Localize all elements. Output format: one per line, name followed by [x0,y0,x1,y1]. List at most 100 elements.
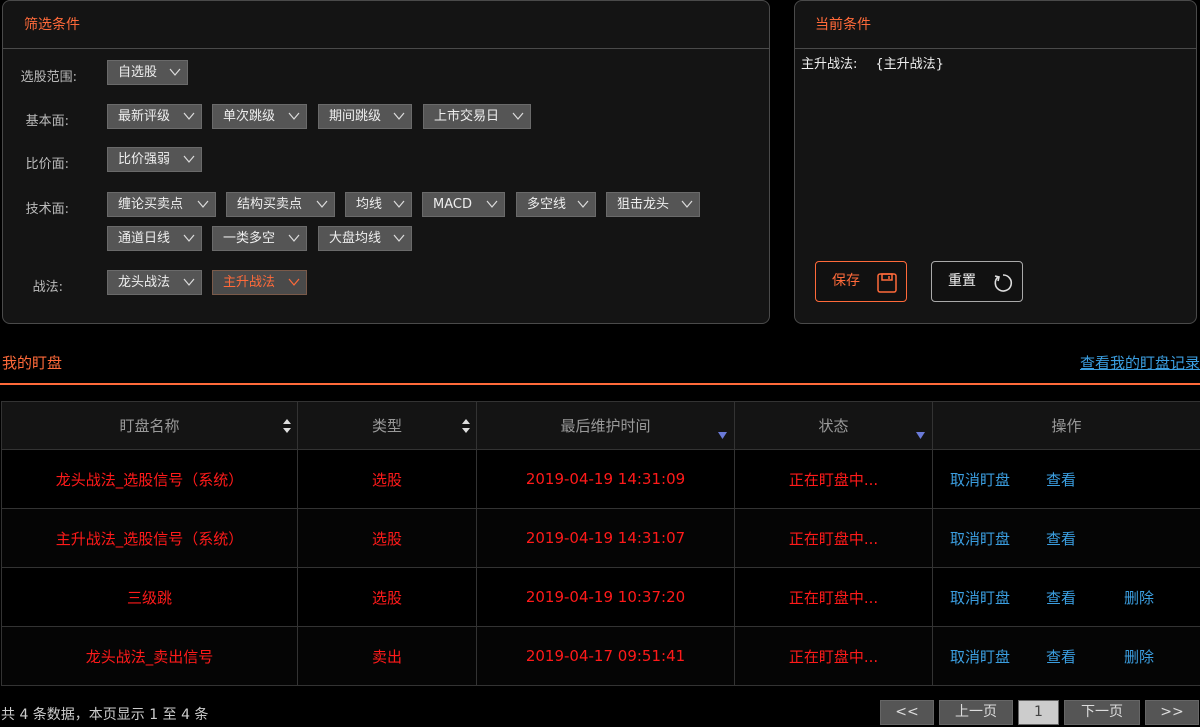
my-watch-title: 我的盯盘 [2,354,63,372]
cell-status: 正在盯盘中... [734,567,933,627]
chevron-down-icon [681,199,693,209]
sort-down-icon[interactable] [718,425,727,439]
filter-panel: 筛选条件 选股范围: 自选股 基本面: 最新评级 单次跳级 期间跳级 上市交易日… [2,0,770,324]
reset-button-label: 重置 [948,273,976,289]
row-label-tactics: 战法: [32,280,63,295]
chevron-down-icon [577,199,589,209]
dropdown-single-jump[interactable]: 单次跳级 [212,104,307,129]
last-page-button[interactable]: >> [1145,700,1199,725]
dropdown-main-rise-tactic[interactable]: 主升战法 [212,270,307,295]
header-status[interactable]: 状态 [734,401,933,450]
cell-name: 三级跳 [1,567,298,627]
sort-icon[interactable] [461,418,471,434]
cell-type: 选股 [297,508,477,568]
dropdown-moving-average[interactable]: 均线 [345,192,412,217]
dropdown-price-strength[interactable]: 比价强弱 [107,147,202,172]
dropdown-latest-rating[interactable]: 最新评级 [107,104,202,129]
save-icon [876,271,898,293]
condition-entry: 主升战法: {主升战法} [801,53,944,72]
sort-icon[interactable] [282,418,292,434]
cell-type: 选股 [297,567,477,627]
save-button[interactable]: 保存 [815,261,907,302]
delete-link[interactable]: 删除 [1124,646,1154,667]
dropdown-structure-points[interactable]: 结构买卖点 [226,192,335,217]
cell-name: 主升战法_选股信号（系统） [1,508,298,568]
cell-time: 2019-04-17 09:51:41 [476,626,735,686]
view-link[interactable]: 查看 [1046,469,1124,490]
pagination-summary: 共 4 条数据，本页显示 1 至 4 条 [1,707,209,723]
dropdown-leader-tactic[interactable]: 龙头战法 [107,270,202,295]
dropdown-period-jump[interactable]: 期间跳级 [318,104,412,129]
section-divider [0,383,1200,385]
cell-time: 2019-04-19 10:37:20 [476,567,735,627]
table-row: 三级跳 选股 2019-04-19 10:37:20 正在盯盘中... 取消盯盘… [1,567,1200,627]
reset-button[interactable]: 重置 [931,261,1023,302]
current-page-button[interactable]: 1 [1018,700,1059,725]
cell-status: 正在盯盘中... [734,626,933,686]
chevron-down-icon [316,199,328,209]
chevron-down-icon [288,111,300,121]
chevron-down-icon [393,199,405,209]
first-page-button[interactable]: << [880,700,934,725]
table-header-row: 盯盘名称 类型 最后维护时间 状态 操作 [1,401,1200,450]
dropdown-market-average[interactable]: 大盘均线 [318,226,412,251]
condition-value: {主升战法} [875,57,944,72]
chevron-down-icon [512,111,524,121]
dropdown-snipe-leader[interactable]: 狙击龙头 [606,192,700,217]
dropdown-bull-bear-line[interactable]: 多空线 [516,192,596,217]
cell-status: 正在盯盘中... [734,508,933,568]
table-row: 龙头战法_卖出信号 卖出 2019-04-17 09:51:41 正在盯盘中..… [1,626,1200,686]
delete-link[interactable]: 删除 [1124,587,1154,608]
prev-page-button[interactable]: 上一页 [939,700,1013,725]
chevron-down-icon [288,277,300,287]
table-row: 龙头战法_选股信号（系统） 选股 2019-04-19 14:31:09 正在盯… [1,449,1200,509]
cell-name: 龙头战法_选股信号（系统） [1,449,298,509]
cell-name: 龙头战法_卖出信号 [1,626,298,686]
dropdown-channel-daily[interactable]: 通道日线 [107,226,202,251]
cancel-watch-link[interactable]: 取消盯盘 [950,587,1046,608]
cell-actions: 取消盯盘 查看 [932,449,1200,509]
header-last-update[interactable]: 最后维护时间 [476,401,735,450]
chevron-down-icon [183,277,195,287]
condition-key: 主升战法: [801,57,858,72]
current-conditions-panel: 当前条件 主升战法: {主升战法} 保存 重置 [794,0,1197,324]
row-label-range: 选股范围: [20,70,77,85]
view-link[interactable]: 查看 [1046,528,1124,549]
chevron-down-icon [183,111,195,121]
cell-actions: 取消盯盘 查看 删除 [932,626,1200,686]
cancel-watch-link[interactable]: 取消盯盘 [950,469,1046,490]
dropdown-watchlist[interactable]: 自选股 [107,60,188,85]
chevron-down-icon [183,233,195,243]
watch-table: 盯盘名称 类型 最后维护时间 状态 操作 龙头战法_选股信号（系统） 选股 20… [1,401,1200,686]
cell-type: 卖出 [297,626,477,686]
chevron-down-icon [169,67,181,77]
chevron-down-icon [393,233,405,243]
dropdown-listing-days[interactable]: 上市交易日 [423,104,531,129]
view-link[interactable]: 查看 [1046,587,1124,608]
cancel-watch-link[interactable]: 取消盯盘 [950,528,1046,549]
chevron-down-icon [486,199,498,209]
chevron-down-icon [393,111,405,121]
dropdown-chan-points[interactable]: 缠论买卖点 [107,192,216,217]
header-name[interactable]: 盯盘名称 [1,401,298,450]
next-page-button[interactable]: 下一页 [1064,700,1140,725]
dropdown-class-one-bull-bear[interactable]: 一类多空 [212,226,307,251]
cell-time: 2019-04-19 14:31:07 [476,508,735,568]
cell-type: 选股 [297,449,477,509]
cancel-watch-link[interactable]: 取消盯盘 [950,646,1046,667]
cell-time: 2019-04-19 14:31:09 [476,449,735,509]
cell-actions: 取消盯盘 查看 [932,508,1200,568]
sort-down-icon[interactable] [916,425,925,439]
row-label-technical: 技术面: [25,202,69,217]
header-type[interactable]: 类型 [297,401,477,450]
view-watch-records-link[interactable]: 查看我的盯盘记录 [1080,352,1200,373]
save-button-label: 保存 [832,273,860,289]
filter-panel-title: 筛选条件 [3,1,769,49]
header-actions: 操作 [932,401,1200,450]
dropdown-macd[interactable]: MACD [422,192,505,217]
row-label-fundamental: 基本面: [25,114,69,129]
row-label-price-ratio: 比价面: [25,157,69,172]
chevron-down-icon [288,233,300,243]
chevron-down-icon [197,199,209,209]
view-link[interactable]: 查看 [1046,646,1124,667]
